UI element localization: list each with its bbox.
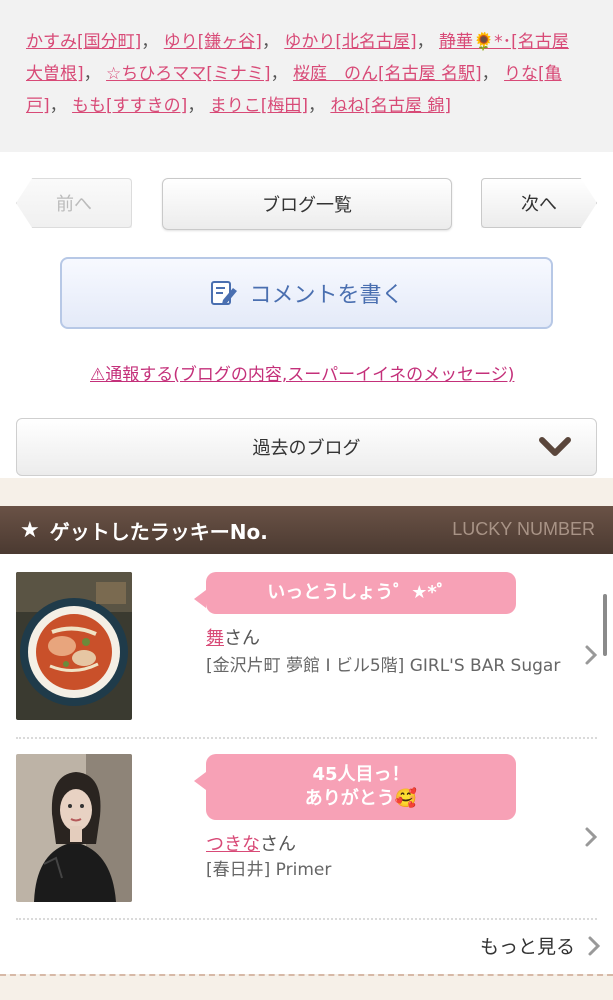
link-separator: ， <box>141 32 159 52</box>
pencil-note-icon <box>211 281 238 305</box>
honorific: さん <box>224 628 260 649</box>
star-icon: ★ <box>20 517 40 543</box>
user-name: 舞さん <box>206 624 260 650</box>
link-separator: ， <box>49 96 67 116</box>
blog-link[interactable]: かすみ[国分町] <box>26 32 141 52</box>
blog-list-button[interactable]: ブログ一覧 <box>162 178 452 230</box>
link-separator: ， <box>83 64 101 84</box>
chevron-right-icon <box>585 645 598 665</box>
write-comment-label: コメントを書く <box>249 283 404 308</box>
past-blog-dropdown[interactable]: 過去のブログ <box>16 418 597 476</box>
recommended-blogs-links: かすみ[国分町]， ゆり[鎌ヶ谷]， ゆかり[北名古屋]， 静華🌻*･[名古屋 … <box>0 0 613 152</box>
link-separator: ， <box>416 32 434 52</box>
user-name: つきなさん <box>206 830 296 856</box>
section-divider <box>0 478 613 508</box>
message-bubble: 45人目っ！ ありがとう🥰 <box>194 754 516 820</box>
blog-link[interactable]: もも[すすきの] <box>72 96 187 116</box>
user-name-link[interactable]: 舞 <box>206 628 224 649</box>
blog-link[interactable]: まりこ[梅田] <box>210 96 308 116</box>
item-divider <box>16 918 597 920</box>
blog-link[interactable]: ねね[名古屋 錦] <box>330 96 451 116</box>
blog-navigation: 前へ ブログ一覧 次へ <box>0 178 613 232</box>
blog-link[interactable]: ☆ちひろママ[ミナミ] <box>106 64 271 84</box>
scrollbar[interactable] <box>603 594 607 656</box>
link-separator: ， <box>261 32 279 52</box>
see-more-label: もっと見る <box>479 936 575 958</box>
report-link[interactable]: ⚠通報する(ブログの内容,スーパーイイネのメッセージ) <box>90 360 514 385</box>
message-line: ありがとう🥰 <box>304 788 418 809</box>
see-more-link[interactable]: もっと見る <box>480 932 601 959</box>
honorific: さん <box>260 834 296 855</box>
link-separator: ， <box>481 64 499 84</box>
past-blog-label: 過去のブログ <box>252 438 361 459</box>
user-name-link[interactable]: つきな <box>206 834 260 855</box>
shop-info: [春日井] Primer <box>206 860 332 880</box>
portrait-photo <box>16 754 132 902</box>
write-comment-button[interactable]: コメントを書く <box>60 257 553 329</box>
blog-link[interactable]: ゆかり[北名古屋] <box>284 32 416 52</box>
lucky-number-header: ★ ゲットしたラッキーNo. LUCKY NUMBER <box>0 506 613 554</box>
lucky-number-list: いっとうしょう゜★*゜ 舞さん [金沢片町 夢館 I ビル5階] GIRL'S … <box>0 554 613 974</box>
next-button[interactable]: 次へ <box>481 178 597 228</box>
link-separator: ， <box>270 64 288 84</box>
list-item[interactable]: 45人目っ！ ありがとう🥰 つきなさん [春日井] Primer <box>16 754 598 904</box>
blog-link[interactable]: 桜庭 のん[名古屋 名駅] <box>293 64 482 84</box>
message-bubble: いっとうしょう゜★*゜ <box>194 572 516 614</box>
shop-info: [金沢片町 夢館 I ビル5階] GIRL'S BAR Sugar <box>206 656 561 676</box>
chevron-right-icon <box>588 936 601 955</box>
item-divider <box>16 737 597 739</box>
blog-link[interactable]: ゆり[鎌ヶ谷] <box>164 32 262 52</box>
prev-button[interactable]: 前へ <box>16 178 132 228</box>
message-line: 45人目っ！ <box>312 764 410 785</box>
chevron-right-icon <box>585 827 598 847</box>
lucky-number-title: ゲットしたラッキーNo. <box>49 519 268 544</box>
ramen-photo <box>16 572 132 720</box>
link-separator: ， <box>307 96 325 116</box>
chevron-down-icon <box>539 437 571 456</box>
link-separator: ， <box>187 96 205 116</box>
lucky-number-title-en: LUCKY NUMBER <box>452 519 595 539</box>
list-item[interactable]: いっとうしょう゜★*゜ 舞さん [金沢片町 夢館 I ビル5階] GIRL'S … <box>16 572 598 722</box>
section-divider <box>0 974 613 1000</box>
